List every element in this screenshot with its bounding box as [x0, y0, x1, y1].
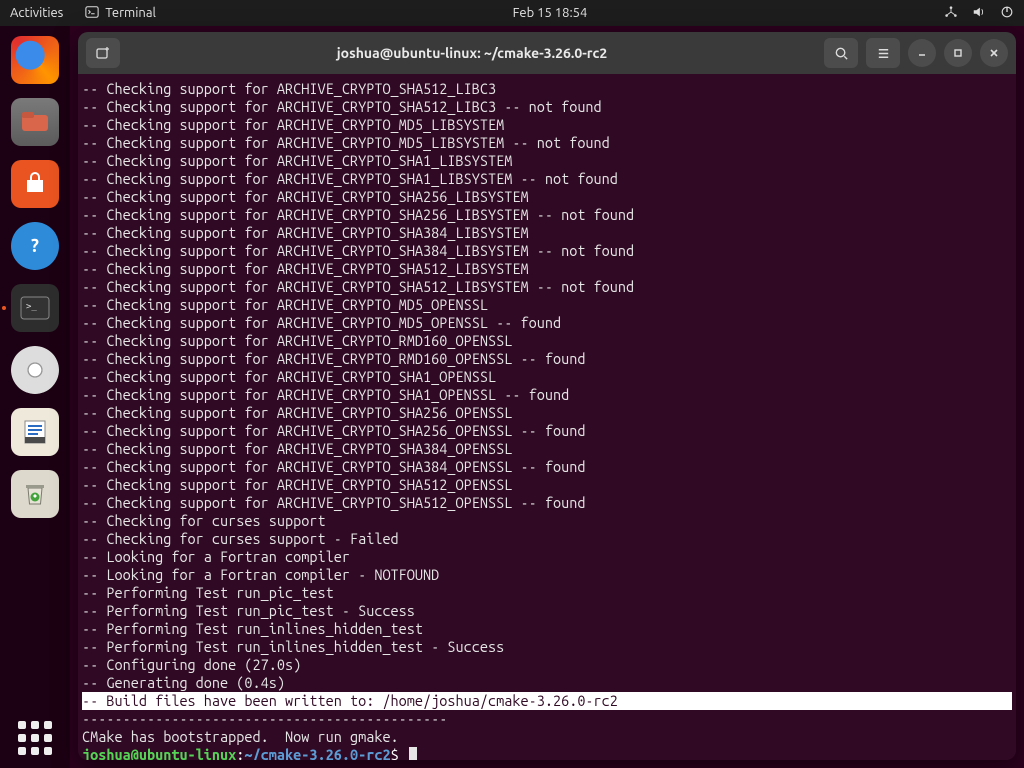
- terminal-line: -- Checking support for ARCHIVE_CRYPTO_S…: [82, 476, 1012, 494]
- terminal-line: -- Generating done (0.4s): [82, 674, 1012, 692]
- svg-text:?: ?: [31, 236, 39, 256]
- terminal-line: -- Checking support for ARCHIVE_CRYPTO_S…: [82, 206, 1012, 224]
- hamburger-menu-button[interactable]: [866, 38, 900, 68]
- minimize-button[interactable]: [908, 39, 936, 67]
- dock-files[interactable]: [11, 98, 59, 146]
- svg-text:>_: >_: [26, 302, 37, 312]
- terminal-line: -- Checking support for ARCHIVE_CRYPTO_S…: [82, 188, 1012, 206]
- network-icon[interactable]: [944, 5, 958, 22]
- terminal-line: -- Checking support for ARCHIVE_CRYPTO_M…: [82, 116, 1012, 134]
- dock-software[interactable]: [11, 160, 59, 208]
- close-button[interactable]: [980, 39, 1008, 67]
- terminal-line: -- Checking support for ARCHIVE_CRYPTO_S…: [82, 260, 1012, 278]
- terminal-line: -- Checking for curses support: [82, 512, 1012, 530]
- terminal-line: -- Checking support for ARCHIVE_CRYPTO_S…: [82, 404, 1012, 422]
- dock-text-editor[interactable]: [11, 408, 59, 456]
- dock-firefox[interactable]: [11, 36, 59, 84]
- show-applications-button[interactable]: [15, 718, 55, 758]
- terminal-line: -- Looking for a Fortran compiler: [82, 548, 1012, 566]
- terminal-line: -- Configuring done (27.0s): [82, 656, 1012, 674]
- focused-app-menu[interactable]: Terminal: [85, 5, 156, 22]
- terminal-line: -- Checking support for ARCHIVE_CRYPTO_S…: [82, 98, 1012, 116]
- terminal-line: -- Checking for curses support - Failed: [82, 530, 1012, 548]
- terminal-line: -- Performing Test run_pic_test: [82, 584, 1012, 602]
- titlebar: joshua@ubuntu-linux: ~/cmake-3.26.0-rc2: [78, 32, 1016, 74]
- maximize-button[interactable]: [944, 39, 972, 67]
- terminal-line: -- Checking support for ARCHIVE_CRYPTO_S…: [82, 494, 1012, 512]
- search-button[interactable]: [824, 38, 858, 68]
- terminal-line: -- Checking support for ARCHIVE_CRYPTO_R…: [82, 332, 1012, 350]
- terminal-line: -- Checking support for ARCHIVE_CRYPTO_S…: [82, 440, 1012, 458]
- dock: ? >_: [0, 26, 70, 768]
- power-icon[interactable]: [1000, 5, 1014, 22]
- terminal-line: -- Checking support for ARCHIVE_CRYPTO_S…: [82, 224, 1012, 242]
- terminal-line: -- Checking support for ARCHIVE_CRYPTO_S…: [82, 80, 1012, 98]
- terminal-line: -- Checking support for ARCHIVE_CRYPTO_S…: [82, 170, 1012, 188]
- terminal-line: -- Checking support for ARCHIVE_CRYPTO_S…: [82, 242, 1012, 260]
- terminal-window: joshua@ubuntu-linux: ~/cmake-3.26.0-rc2 …: [78, 32, 1016, 760]
- terminal-line: -- Checking support for ARCHIVE_CRYPTO_S…: [82, 152, 1012, 170]
- terminal-line: -- Checking support for ARCHIVE_CRYPTO_S…: [82, 278, 1012, 296]
- terminal-line: -- Performing Test run_inlines_hidden_te…: [82, 638, 1012, 656]
- terminal-line: -- Checking support for ARCHIVE_CRYPTO_M…: [82, 134, 1012, 152]
- terminal-line: -- Looking for a Fortran compiler - NOTF…: [82, 566, 1012, 584]
- terminal-line: -- Checking support for ARCHIVE_CRYPTO_M…: [82, 314, 1012, 332]
- gnome-top-panel: Activities Terminal Feb 15 18:54: [0, 0, 1024, 26]
- terminal-line-highlight: -- Build files have been written to: /ho…: [82, 692, 1012, 710]
- shell-prompt[interactable]: joshua@ubuntu-linux:~/cmake-3.26.0-rc2$: [82, 746, 1012, 760]
- focused-app-name: Terminal: [105, 6, 156, 20]
- dock-help[interactable]: ?: [11, 222, 59, 270]
- clock[interactable]: Feb 15 18:54: [156, 6, 944, 20]
- terminal-line: -- Checking support for ARCHIVE_CRYPTO_S…: [82, 422, 1012, 440]
- window-title: joshua@ubuntu-linux: ~/cmake-3.26.0-rc2: [128, 45, 816, 61]
- activities-button[interactable]: Activities: [10, 6, 63, 20]
- dock-disc[interactable]: [11, 346, 59, 394]
- new-tab-button[interactable]: [86, 38, 120, 68]
- terminal-line: CMake has bootstrapped. Now run gmake.: [82, 728, 1012, 746]
- cursor: [409, 747, 417, 760]
- terminal-viewport[interactable]: -- Checking support for ARCHIVE_CRYPTO_S…: [78, 74, 1016, 760]
- terminal-line: -- Performing Test run_inlines_hidden_te…: [82, 620, 1012, 638]
- dock-trash[interactable]: [11, 470, 59, 518]
- terminal-line: ----------------------------------------…: [82, 710, 1012, 728]
- volume-icon[interactable]: [972, 5, 986, 22]
- terminal-icon: [85, 5, 99, 22]
- terminal-line: -- Checking support for ARCHIVE_CRYPTO_S…: [82, 368, 1012, 386]
- terminal-line: -- Checking support for ARCHIVE_CRYPTO_S…: [82, 386, 1012, 404]
- terminal-line: -- Performing Test run_pic_test - Succes…: [82, 602, 1012, 620]
- dock-terminal[interactable]: >_: [11, 284, 59, 332]
- terminal-line: -- Checking support for ARCHIVE_CRYPTO_S…: [82, 458, 1012, 476]
- terminal-line: -- Checking support for ARCHIVE_CRYPTO_M…: [82, 296, 1012, 314]
- terminal-line: -- Checking support for ARCHIVE_CRYPTO_R…: [82, 350, 1012, 368]
